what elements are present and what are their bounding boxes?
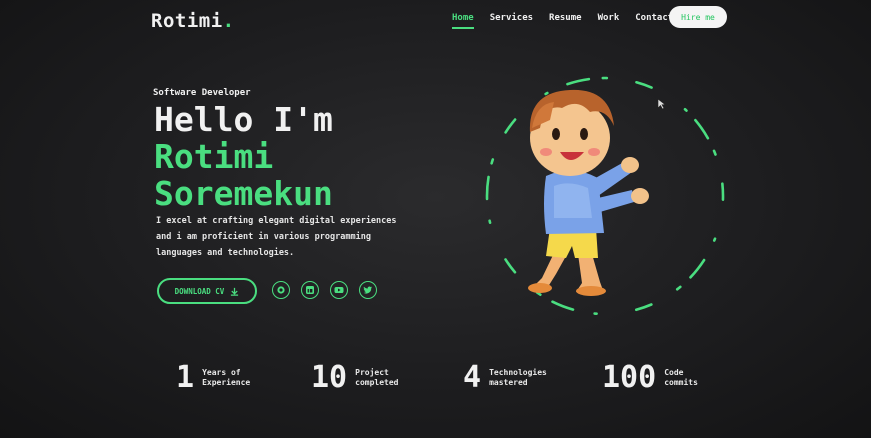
- hero-illustration: [485, 76, 725, 316]
- download-cv-button[interactable]: DOWNLOAD CV: [157, 278, 257, 304]
- github-icon[interactable]: [272, 281, 290, 299]
- download-cv-label: DOWNLOAD CV: [174, 286, 225, 296]
- stat-commits: 100 Code commits: [602, 360, 698, 395]
- stat-value: 100: [602, 360, 657, 395]
- stat-label: Years of Experience: [202, 367, 251, 387]
- stat-value: 1: [176, 360, 195, 395]
- logo[interactable]: Rotimi.: [151, 10, 235, 32]
- role-subtitle: Software Developer: [153, 88, 251, 98]
- nav-home[interactable]: Home: [452, 13, 474, 29]
- stat-label: Technologies mastered: [489, 367, 547, 387]
- linkedin-icon[interactable]: [301, 281, 319, 299]
- twitter-icon[interactable]: [359, 281, 377, 299]
- stat-years: 1 Years of Experience: [176, 360, 250, 395]
- hero-greeting: Hello I'm: [154, 100, 333, 139]
- download-icon: [231, 287, 239, 296]
- nav-resume[interactable]: Resume: [549, 13, 582, 23]
- stat-technologies: 4 Technologies mastered: [463, 360, 547, 395]
- logo-dot: .: [222, 10, 235, 32]
- stat-label: Project completed: [355, 367, 399, 387]
- avatar-boy: [528, 89, 649, 296]
- hero-description: I excel at crafting elegant digital expe…: [156, 216, 397, 258]
- youtube-icon[interactable]: [330, 281, 348, 299]
- stat-label: Code commits: [664, 367, 698, 387]
- nav-contact[interactable]: Contact: [635, 13, 673, 23]
- main-nav: Home Services Resume Work Contact: [452, 13, 673, 29]
- hero-heading: Hello I'm Rotimi Soremekun: [154, 101, 333, 212]
- hire-me-button[interactable]: Hire me: [669, 6, 727, 28]
- mouse-cursor-icon: [657, 98, 666, 110]
- nav-work[interactable]: Work: [598, 13, 620, 23]
- hero-first-name: Rotimi: [154, 137, 274, 176]
- nav-services[interactable]: Services: [490, 13, 533, 23]
- stat-value: 10: [311, 360, 348, 395]
- stat-projects: 10 Project completed: [311, 360, 398, 395]
- logo-text: Rotimi: [151, 10, 223, 32]
- social-links: [272, 281, 377, 299]
- stat-value: 4: [463, 360, 482, 395]
- hero-last-name: Soremekun: [154, 174, 333, 213]
